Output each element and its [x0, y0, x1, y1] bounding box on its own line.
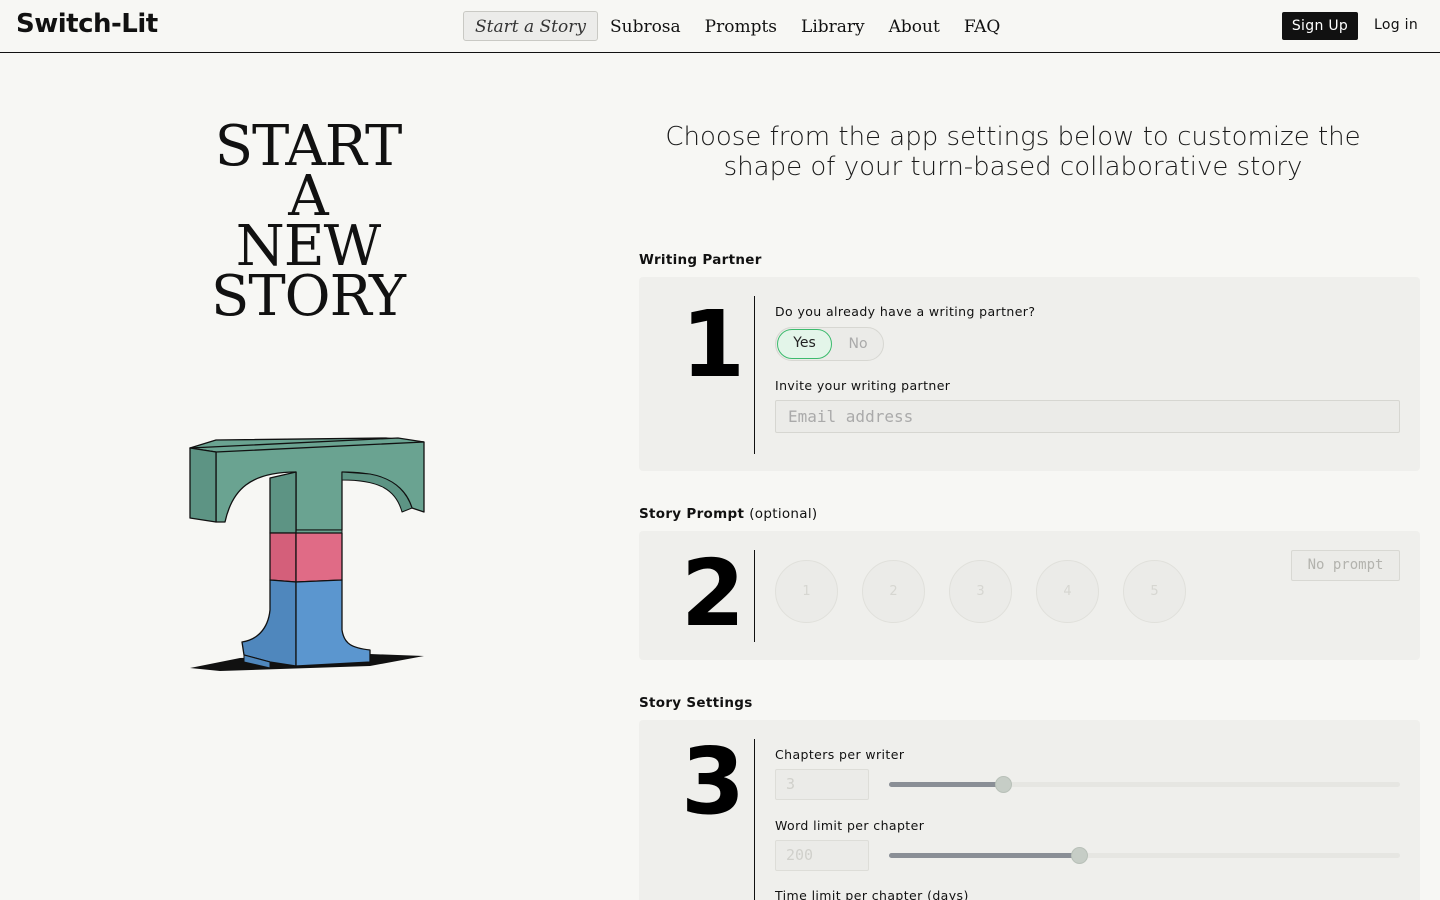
prompt-option[interactable]: 2 [862, 560, 925, 623]
top-navigation-bar: Switch-Lit Start a Story Subrosa Prompts… [0, 0, 1440, 53]
divider [754, 739, 755, 900]
word-limit-slider-fill [889, 853, 1079, 858]
prompt-option[interactable]: 5 [1123, 560, 1186, 623]
hero-title-line: STORY [210, 264, 406, 329]
log-in-link[interactable]: Log in [1374, 17, 1418, 33]
section-label-writing-partner: Writing Partner [639, 252, 762, 268]
story-prompt-panel: 2 1 2 3 4 5 No prompt [639, 531, 1420, 660]
chapters-slider[interactable] [889, 776, 1400, 793]
hero-title: START A NEW STORY [160, 119, 456, 329]
partner-question-label: Do you already have a writing partner? [775, 304, 1036, 319]
intro-text: Choose from the app settings below to cu… [665, 122, 1361, 182]
time-limit-label: Time limit per chapter (days) [775, 888, 969, 900]
nav-library[interactable]: Library [789, 11, 877, 41]
prompt-option[interactable]: 1 [775, 560, 838, 623]
main-nav: Start a Story Subrosa Prompts Library Ab… [463, 11, 1012, 41]
story-settings-panel: 3 Chapters per writer 3 Word limit per c… [639, 720, 1420, 900]
nav-prompts[interactable]: Prompts [693, 11, 789, 41]
nav-start-a-story[interactable]: Start a Story [463, 11, 598, 41]
site-logo[interactable]: Switch-Lit [16, 9, 158, 39]
chapters-input[interactable]: 3 [775, 769, 869, 800]
section-label-story-settings: Story Settings [639, 695, 753, 711]
word-limit-input[interactable]: 200 [775, 840, 869, 871]
partner-toggle: Yes No [775, 327, 884, 361]
no-prompt-button[interactable]: No prompt [1291, 550, 1400, 581]
chapters-label: Chapters per writer [775, 747, 905, 762]
prompt-option[interactable]: 4 [1036, 560, 1099, 623]
story-prompt-label: Story Prompt [639, 506, 745, 522]
no-option[interactable]: No [838, 329, 878, 359]
nav-about[interactable]: About [877, 11, 952, 41]
letter-t-3d-illustration [180, 430, 440, 684]
sign-up-button[interactable]: Sign Up [1282, 12, 1358, 40]
step-number: 3 [680, 728, 745, 835]
chapters-slider-thumb[interactable] [995, 776, 1013, 793]
section-label-story-prompt: Story Prompt (optional) [639, 506, 817, 522]
invite-label: Invite your writing partner [775, 378, 951, 393]
word-limit-slider-thumb[interactable] [1070, 847, 1088, 864]
writing-partner-panel: 1 Do you already have a writing partner?… [639, 277, 1420, 471]
chapters-slider-fill [889, 782, 1004, 787]
email-field[interactable] [775, 400, 1400, 433]
nav-faq[interactable]: FAQ [952, 11, 1013, 41]
yes-option[interactable]: Yes [777, 329, 832, 359]
optional-note: (optional) [749, 506, 818, 522]
word-limit-label: Word limit per chapter [775, 818, 925, 833]
prompt-option[interactable]: 3 [949, 560, 1012, 623]
step-number: 1 [680, 291, 745, 398]
step-number: 2 [680, 540, 745, 647]
nav-subrosa[interactable]: Subrosa [598, 11, 693, 41]
divider [754, 550, 755, 642]
divider [754, 296, 755, 454]
word-limit-slider[interactable] [889, 847, 1400, 864]
